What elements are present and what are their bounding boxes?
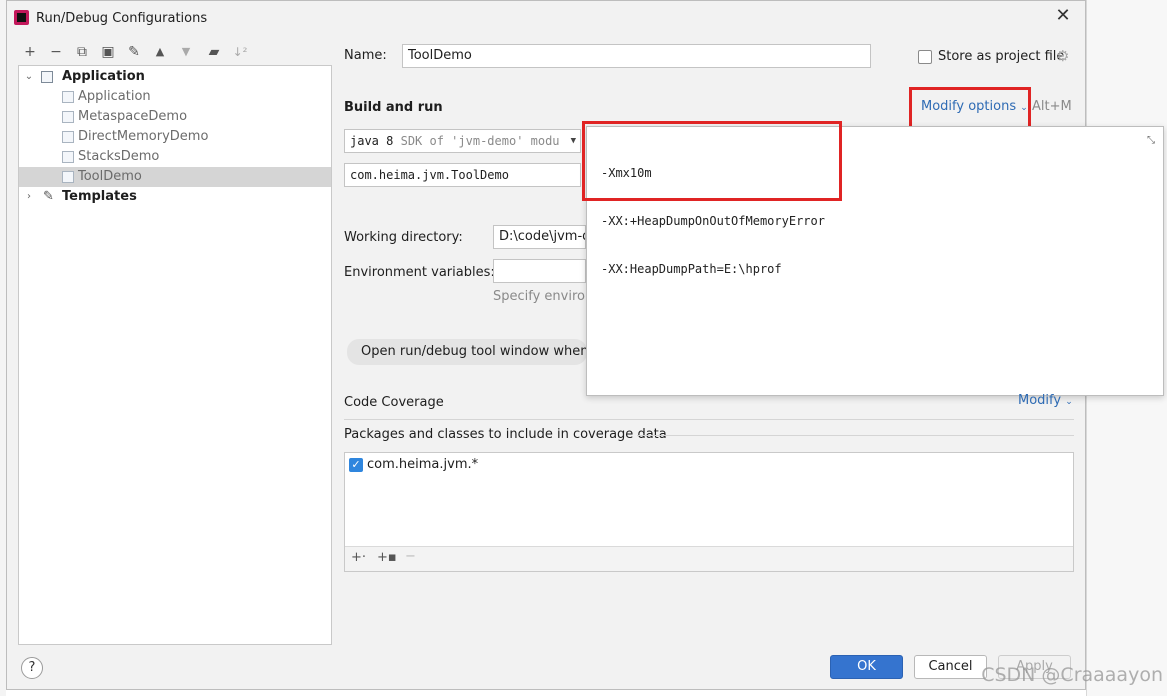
save-configuration-button[interactable]: ▣ (99, 42, 117, 62)
package-item-label: com.heima.jvm.* (367, 457, 479, 472)
tree-item-templates[interactable]: › ✎ Templates (19, 187, 331, 207)
working-directory-input[interactable]: D:\code\jvm-d (493, 225, 586, 249)
remove-entry-icon[interactable]: − (405, 549, 416, 564)
application-folder-icon (41, 71, 53, 83)
run-debug-dialog: Run/Debug Configurations ✕ + − ⧉ ▣ ✎ ▲ ▼… (6, 0, 1164, 690)
config-file-icon (62, 111, 74, 123)
chevron-right-icon[interactable]: › (23, 187, 35, 207)
jdk-select[interactable]: java 8 SDK of 'jvm-demo' modu ▼ (344, 129, 581, 153)
new-folder-button[interactable]: ▰ (205, 42, 223, 62)
vm-option-line: -XX:+HeapDumpOnOutOfMemoryError (601, 214, 825, 228)
tree-item-tooldemo[interactable]: ToolDemo (19, 167, 331, 187)
add-package-icon[interactable]: +· (351, 550, 366, 565)
config-file-icon (62, 171, 74, 183)
packages-heading: Packages and classes to include in cover… (344, 427, 667, 442)
environment-variables-input[interactable] (493, 259, 586, 283)
environment-variables-label: Environment variables: (344, 265, 495, 280)
add-class-icon[interactable]: +▪ (377, 550, 397, 565)
move-down-button[interactable]: ▼ (177, 42, 195, 62)
modify-options-label: Modify options (921, 99, 1017, 114)
coverage-modify-link[interactable]: Modify ⌄ (1018, 393, 1073, 408)
vm-option-line: -Xmx10m (601, 166, 652, 180)
sort-button[interactable]: ↓² (231, 42, 249, 62)
dialog-title: Run/Debug Configurations (36, 11, 208, 26)
move-up-button[interactable]: ▲ (151, 42, 169, 62)
tree-item-label: Application (78, 89, 151, 104)
dropdown-arrow-icon: ▼ (570, 136, 576, 146)
tree-item-label: Application (62, 69, 145, 84)
watermark: CSDN @Craaaayon (981, 664, 1163, 686)
tree-item-label: Templates (62, 189, 137, 204)
store-as-project-file-label: Store as project file (938, 49, 1065, 64)
tree-item-label: MetaspaceDemo (78, 109, 188, 124)
close-icon[interactable]: ✕ (1053, 6, 1073, 26)
tree-item-application-root[interactable]: ⌄ Application (19, 67, 331, 87)
store-as-project-file-checkbox[interactable] (918, 50, 932, 64)
name-input[interactable]: ToolDemo (402, 44, 871, 68)
divider (344, 419, 1074, 420)
code-coverage-heading: Code Coverage (344, 395, 444, 410)
config-file-icon (62, 91, 74, 103)
coverage-modify-label: Modify (1018, 393, 1062, 408)
open-tool-window-option-chip[interactable]: Open run/debug tool window when sta (347, 339, 587, 365)
chevron-down-icon[interactable]: ⌄ (23, 67, 35, 87)
wrench-icon: ✎ (43, 189, 54, 204)
intellij-app-icon (14, 10, 29, 25)
tree-item-label: ToolDemo (78, 169, 142, 184)
config-file-icon (62, 131, 74, 143)
remove-configuration-button[interactable]: − (47, 42, 65, 62)
tree-item-label: StacksDemo (78, 149, 160, 164)
tree-item-directmemorydemo[interactable]: DirectMemoryDemo (19, 127, 331, 147)
build-and-run-heading: Build and run (344, 100, 443, 115)
vm-option-line: -XX:HeapDumpPath=E:\hprof (601, 262, 782, 276)
ok-button[interactable]: OK (830, 655, 903, 679)
config-file-icon (62, 151, 74, 163)
collapse-editor-icon[interactable]: ⤡ (1147, 135, 1155, 146)
tree-item-label: DirectMemoryDemo (78, 129, 209, 144)
tree-item-metaspacedemo[interactable]: MetaspaceDemo (19, 107, 331, 127)
name-label: Name: (344, 48, 387, 63)
jdk-select-suffix: SDK of 'jvm-demo' modu (400, 134, 560, 148)
divider (637, 435, 1074, 436)
chevron-down-icon: ⌄ (1020, 103, 1028, 113)
chevron-down-icon: ⌄ (1065, 397, 1073, 407)
package-checkbox[interactable]: ✓ (349, 458, 363, 472)
vm-options-expanded-editor[interactable]: -Xmx10m -XX:+HeapDumpOnOutOfMemoryError … (582, 121, 1164, 396)
package-list-toolbar: +· +▪ − (345, 546, 1073, 571)
add-configuration-button[interactable]: + (21, 42, 39, 62)
copy-configuration-button[interactable]: ⧉ (73, 42, 91, 62)
tree-item-application[interactable]: Application (19, 87, 331, 107)
configuration-tree: ⌄ Application Application MetaspaceDemo … (18, 65, 332, 645)
modify-options-link[interactable]: Modify options ⌄ (921, 99, 1028, 114)
environment-variables-hint: Specify environ (493, 289, 594, 304)
working-directory-label: Working directory: (344, 230, 463, 245)
main-class-input[interactable]: com.heima.jvm.ToolDemo (344, 163, 581, 187)
cancel-button[interactable]: Cancel (914, 655, 987, 679)
coverage-packages-list: ✓ com.heima.jvm.* +· +▪ − (344, 452, 1074, 572)
edit-templates-wrench-icon[interactable]: ✎ (125, 42, 143, 62)
modify-options-shortcut: Alt+M (1032, 99, 1072, 114)
vm-options-text[interactable]: -Xmx10m -XX:+HeapDumpOnOutOfMemoryError … (601, 133, 825, 309)
tree-item-stacksdemo[interactable]: StacksDemo (19, 147, 331, 167)
help-button[interactable]: ? (21, 657, 43, 679)
gear-icon[interactable]: ⚙ (1056, 47, 1069, 65)
jdk-select-value: java 8 (350, 134, 394, 148)
